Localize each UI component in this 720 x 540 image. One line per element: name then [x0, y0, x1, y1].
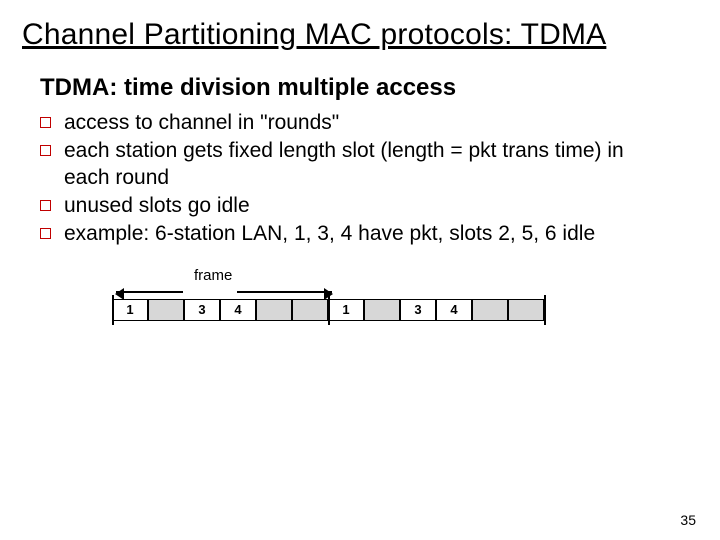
bullet-list: access to channel in "rounds" each stati… [40, 110, 660, 247]
bullet-item: example: 6-station LAN, 1, 3, 4 have pkt… [40, 221, 660, 247]
slot-idle [292, 299, 328, 321]
frame-label: frame [194, 267, 232, 284]
slot-idle [256, 299, 292, 321]
slot-filled: 3 [400, 299, 436, 321]
frame-label-row: frame [114, 267, 692, 287]
frame-arrow-row [114, 287, 692, 297]
page-number: 35 [680, 512, 696, 528]
bullet-item: each station gets fixed length slot (len… [40, 138, 660, 191]
frame-divider [112, 295, 114, 325]
slot-idle [472, 299, 508, 321]
bullet-item: access to channel in "rounds" [40, 110, 660, 136]
slot-filled: 1 [112, 299, 148, 321]
slide-subtitle: TDMA: time division multiple access [40, 74, 692, 102]
bullet-item: unused slots go idle [40, 193, 660, 219]
slot-idle [508, 299, 544, 321]
arrow-right-icon [237, 291, 332, 293]
slot-filled: 4 [436, 299, 472, 321]
slide-title: Channel Partitioning MAC protocols: TDMA [22, 18, 692, 52]
arrow-left-icon [116, 291, 183, 293]
slot-idle [148, 299, 184, 321]
slide: Channel Partitioning MAC protocols: TDMA… [0, 0, 720, 540]
slot-filled: 3 [184, 299, 220, 321]
frame-divider [544, 295, 546, 325]
slot-row: 134134 [112, 299, 692, 325]
slot-filled: 4 [220, 299, 256, 321]
tdma-diagram: frame 134134 [112, 267, 692, 325]
slot-idle [364, 299, 400, 321]
frame-divider [328, 295, 330, 325]
slot-filled: 1 [328, 299, 364, 321]
